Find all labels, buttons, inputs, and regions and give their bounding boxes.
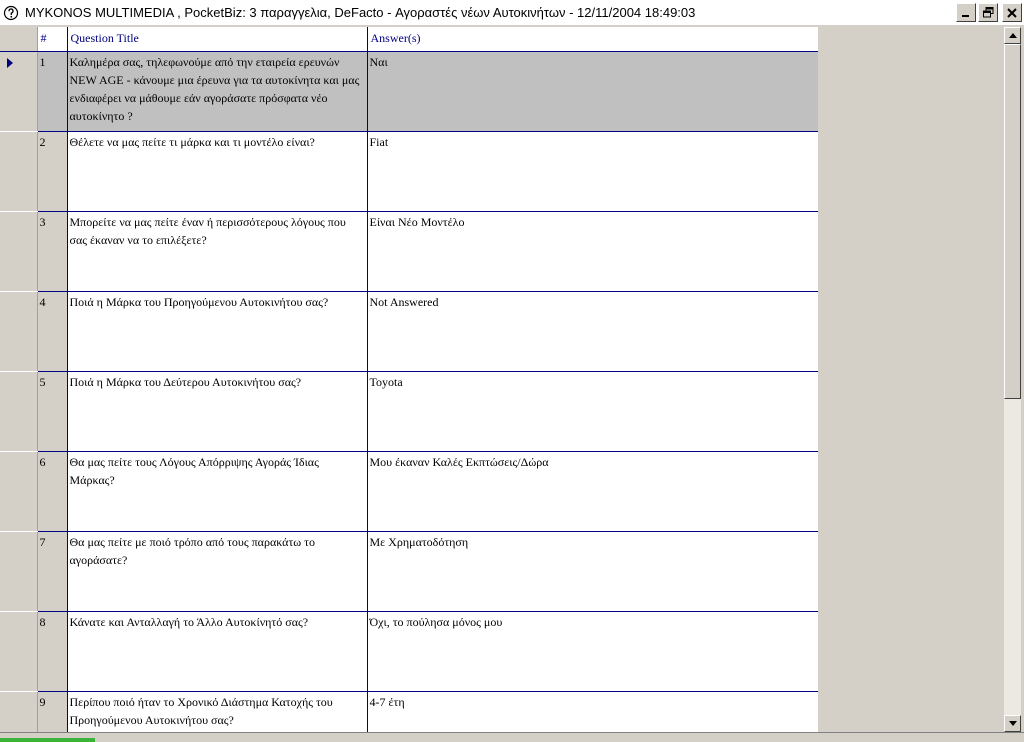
question-cell[interactable]: Καλημέρα σας, τηλεφωνούμε από την εταιρε… xyxy=(67,51,368,132)
question-cell[interactable]: Μπορείτε να μας πείτε έναν ή περισσότερο… xyxy=(67,211,368,292)
table-row[interactable]: 9 Περίπου ποιό ήταν το Χρονικό Διάστημα … xyxy=(0,691,818,732)
grid-header-row: # Question Title Answer(s) xyxy=(0,27,818,52)
close-button[interactable] xyxy=(1002,3,1022,22)
question-cell[interactable]: Θα μας πείτε τους Λόγους Απόρριψης Αγορά… xyxy=(67,451,368,532)
column-header-question-title[interactable]: Question Title xyxy=(67,27,368,52)
row-selector-header xyxy=(0,27,38,52)
table-row[interactable]: 6 Θα μας πείτε τους Λόγους Απόρριψης Αγο… xyxy=(0,451,818,532)
row-number: 3 xyxy=(37,211,68,292)
row-number: 4 xyxy=(37,291,68,372)
table-row[interactable]: 7 Θα μας πείτε με ποιό τρόπο από τους πα… xyxy=(0,531,818,612)
row-selector[interactable] xyxy=(0,371,38,452)
row-number: 1 xyxy=(37,51,68,132)
row-selector[interactable] xyxy=(0,291,38,372)
answer-cell[interactable]: Μου έκαναν Καλές Εκπτώσεις/Δώρα xyxy=(367,451,818,532)
row-selector[interactable] xyxy=(0,51,38,132)
answer-cell[interactable]: 4-7 έτη xyxy=(367,691,818,732)
question-cell[interactable]: Περίπου ποιό ήταν το Χρονικό Διάστημα Κα… xyxy=(67,691,368,732)
title-bar: MYKONOS MULTIMEDIA , PocketBiz: 3 παραγγ… xyxy=(0,0,1024,26)
restore-icon xyxy=(982,7,993,18)
row-selector[interactable] xyxy=(0,611,38,692)
arrow-up-icon xyxy=(1008,33,1017,38)
table-row[interactable]: 3 Μπορείτε να μας πείτε έναν ή περισσότε… xyxy=(0,211,818,292)
scrollbar-thumb[interactable] xyxy=(1004,44,1021,399)
column-header-answers[interactable]: Answer(s) xyxy=(367,27,818,52)
app-info-icon[interactable] xyxy=(2,4,20,22)
question-cell[interactable]: Ποιά η Μάρκα του Προηγούμενου Αυτοκινήτο… xyxy=(67,291,368,372)
arrow-down-icon xyxy=(1008,721,1017,726)
table-row[interactable]: 4 Ποιά η Μάρκα του Προηγούμενου Αυτοκινή… xyxy=(0,291,818,372)
questions-grid[interactable]: # Question Title Answer(s) 1 Καλημέρα σα… xyxy=(0,27,818,732)
current-row-pointer-icon xyxy=(7,57,13,68)
answer-cell[interactable]: Fiat xyxy=(367,131,818,212)
answer-cell[interactable]: Not Answered xyxy=(367,291,818,372)
start-button-edge[interactable] xyxy=(0,738,95,742)
minimize-icon xyxy=(962,14,969,17)
question-cell[interactable]: Ποιά η Μάρκα του Δεύτερου Αυτοκινήτου σα… xyxy=(67,371,368,452)
answer-cell[interactable]: Είναι Νέο Μοντέλο xyxy=(367,211,818,292)
row-number: 2 xyxy=(37,131,68,212)
window-title: MYKONOS MULTIMEDIA , PocketBiz: 3 παραγγ… xyxy=(25,5,696,20)
row-selector[interactable] xyxy=(0,131,38,212)
table-row[interactable]: 5 Ποιά η Μάρκα του Δεύτερου Αυτοκινήτου … xyxy=(0,371,818,452)
answer-cell[interactable]: Όχι, το πούλησα μόνος μου xyxy=(367,611,818,692)
question-cell[interactable]: Θέλετε να μας πείτε τι μάρκα και τι μοντ… xyxy=(67,131,368,212)
answer-cell[interactable]: Ναι xyxy=(367,51,818,132)
vertical-scrollbar[interactable] xyxy=(1004,27,1021,732)
row-selector[interactable] xyxy=(0,531,38,612)
row-selector[interactable] xyxy=(0,451,38,532)
scroll-up-button[interactable] xyxy=(1004,27,1021,44)
close-icon xyxy=(1007,7,1017,18)
column-header-number[interactable]: # xyxy=(37,27,68,52)
table-row[interactable]: 8 Κάνατε και Ανταλλαγή το Άλλο Αυτοκίνητ… xyxy=(0,611,818,692)
row-number: 7 xyxy=(37,531,68,612)
row-number: 9 xyxy=(37,691,68,732)
row-selector[interactable] xyxy=(0,691,38,732)
table-row[interactable]: 1 Καλημέρα σας, τηλεφωνούμε από την εται… xyxy=(0,51,818,132)
taskbar-edge xyxy=(0,732,1024,742)
empty-grid-area xyxy=(818,27,1004,732)
restore-button[interactable] xyxy=(978,3,998,22)
minimize-button[interactable] xyxy=(956,3,976,22)
question-cell[interactable]: Θα μας πείτε με ποιό τρόπο από τους παρα… xyxy=(67,531,368,612)
row-number: 8 xyxy=(37,611,68,692)
question-cell[interactable]: Κάνατε και Ανταλλαγή το Άλλο Αυτοκίνητό … xyxy=(67,611,368,692)
answer-cell[interactable]: Toyota xyxy=(367,371,818,452)
row-number: 6 xyxy=(37,451,68,532)
row-number: 5 xyxy=(37,371,68,452)
row-selector[interactable] xyxy=(0,211,38,292)
table-row[interactable]: 2 Θέλετε να μας πείτε τι μάρκα και τι μο… xyxy=(0,131,818,212)
scroll-down-button[interactable] xyxy=(1004,715,1021,732)
answer-cell[interactable]: Με Χρηματοδότηση xyxy=(367,531,818,612)
